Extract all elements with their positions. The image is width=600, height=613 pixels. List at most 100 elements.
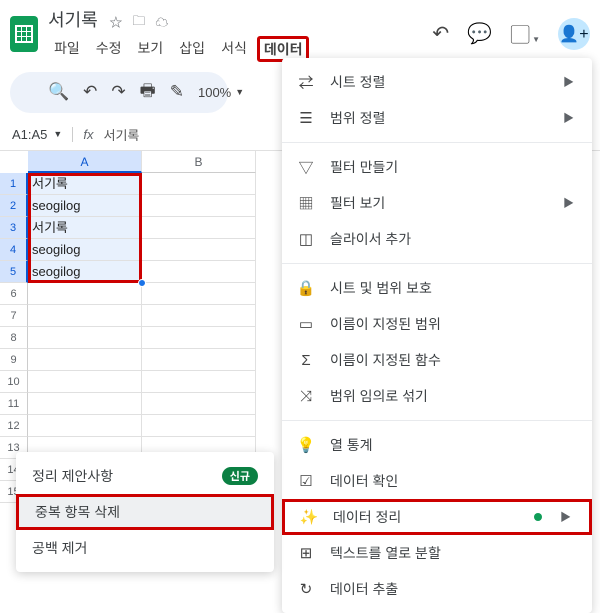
submenu-arrow-icon: ▶ [563, 110, 574, 126]
history-icon[interactable]: ↶ [432, 21, 449, 46]
row-header-10[interactable]: 10 [0, 371, 28, 393]
col-header-B[interactable]: B [142, 151, 256, 173]
print-icon[interactable]: 🖶 [140, 78, 156, 107]
meet-icon[interactable]: ▢ [510, 19, 540, 48]
new-badge: 신규 [222, 467, 258, 485]
cell-A11[interactable] [28, 393, 142, 415]
submenu-arrow-icon: ▶ [563, 74, 574, 90]
col-header-A[interactable]: A [28, 151, 142, 173]
undo-icon[interactable]: ↶ [83, 82, 97, 102]
cell-B10[interactable] [142, 371, 256, 393]
comments-icon[interactable]: 💬 [467, 21, 492, 46]
filter-views-icon: ▦ [296, 193, 316, 214]
menu-item-label: 필터 보기 [330, 193, 385, 213]
cell-B9[interactable] [142, 349, 256, 371]
named-fn-icon: Σ [296, 352, 316, 369]
data-menu-item-validation[interactable]: ☑ 데이터 확인 [282, 463, 592, 499]
cell-A2[interactable]: seogilog [28, 195, 142, 217]
menu-file[interactable]: 파일 [48, 36, 86, 62]
cell-B12[interactable] [142, 415, 256, 437]
row-header-4[interactable]: 4 [0, 239, 28, 261]
cell-A1[interactable]: 서기록 [28, 173, 142, 195]
row-header-6[interactable]: 6 [0, 283, 28, 305]
cell-B11[interactable] [142, 393, 256, 415]
menu-insert[interactable]: 삽입 [173, 36, 211, 62]
menu-format[interactable]: 서식 [215, 36, 253, 62]
cell-B3[interactable] [142, 217, 256, 239]
validation-icon: ☑ [296, 472, 316, 490]
cell-A5[interactable]: seogilog [28, 261, 142, 283]
cell-B2[interactable] [142, 195, 256, 217]
cell-A9[interactable] [28, 349, 142, 371]
data-menu-item-randomize[interactable]: ⤨범위 임의로 섞기 [282, 378, 592, 414]
data-menu-item-filter[interactable]: ▽필터 만들기 [282, 149, 592, 185]
named-range-icon: ▭ [296, 315, 316, 333]
menu-item-label: 데이터 확인 [330, 471, 398, 491]
data-menu-item-cleanup[interactable]: ✨데이터 정리▶ [282, 499, 592, 535]
zoom-select[interactable]: 100% ▼ [198, 85, 244, 100]
cell-B6[interactable] [142, 283, 256, 305]
star-icon[interactable]: ☆ [109, 12, 122, 34]
row-header-9[interactable]: 9 [0, 349, 28, 371]
data-menu-item-slicer[interactable]: ◫ 슬라이서 추가 [282, 221, 592, 257]
data-menu-item-filter-views[interactable]: ▦필터 보기▶ [282, 185, 592, 221]
doc-title[interactable]: 서기록 [48, 6, 98, 32]
cloud-icon[interactable]: ☁ [155, 12, 168, 34]
cell-A12[interactable] [28, 415, 142, 437]
cell-B7[interactable] [142, 305, 256, 327]
data-menu-item-sort-range[interactable]: ☰범위 정렬▶ [282, 100, 592, 136]
cell-A7[interactable] [28, 305, 142, 327]
cell-A10[interactable] [28, 371, 142, 393]
cell-B5[interactable] [142, 261, 256, 283]
search-icon[interactable]: 🔍 [48, 82, 69, 102]
menu-edit[interactable]: 수정 [90, 36, 128, 62]
name-box[interactable]: A1:A5 ▼ [12, 127, 62, 142]
randomize-icon: ⤨ [296, 388, 316, 405]
cell-B8[interactable] [142, 327, 256, 349]
cleanup-item-label: 중복 항목 삭제 [35, 502, 120, 522]
cleanup-item[interactable]: 정리 제안사항신규 [16, 458, 274, 494]
data-menu-dropdown: ⇄시트 정렬▶☰범위 정렬▶▽필터 만들기▦필터 보기▶◫슬라이서 추가🔒시트 … [282, 58, 592, 613]
menu-item-label: 시트 정렬 [330, 72, 385, 92]
cleanup-item[interactable]: 공백 제거 [16, 530, 274, 566]
cleanup-item-label: 공백 제거 [32, 538, 87, 558]
new-indicator-dot [534, 513, 542, 521]
paint-format-icon[interactable]: ✎ [170, 82, 184, 102]
cell-A8[interactable] [28, 327, 142, 349]
row-header-8[interactable]: 8 [0, 327, 28, 349]
cell-A4[interactable]: seogilog [28, 239, 142, 261]
formula-bar[interactable]: 서기록 [103, 125, 139, 144]
menu-item-label: 시트 및 범위 보호 [330, 278, 432, 298]
split-text-icon: ⊞ [296, 544, 316, 562]
data-menu-item-protect[interactable]: 🔒시트 및 범위 보호 [282, 270, 592, 306]
data-menu-item-sort-sheet[interactable]: ⇄시트 정렬▶ [282, 64, 592, 100]
data-menu-item-split-text[interactable]: ⊞텍스트를 열로 분할 [282, 535, 592, 571]
slicer-icon: ◫ [296, 230, 316, 248]
row-header-2[interactable]: 2 [0, 195, 28, 217]
sheets-logo[interactable] [10, 16, 38, 52]
cleanup-item[interactable]: 중복 항목 삭제 [16, 494, 274, 530]
row-header-7[interactable]: 7 [0, 305, 28, 327]
cleanup-submenu: 정리 제안사항신규중복 항목 삭제공백 제거 [16, 452, 274, 572]
menu-item-label: 슬라이서 추가 [330, 229, 411, 249]
menu-item-label: 열 통계 [330, 435, 373, 455]
menu-view[interactable]: 보기 [132, 36, 170, 62]
row-header-11[interactable]: 11 [0, 393, 28, 415]
cell-A3[interactable]: 서기록 [28, 217, 142, 239]
data-menu-item-named-range[interactable]: ▭이름이 지정된 범위 [282, 306, 592, 342]
share-button[interactable]: 👤+ [558, 18, 590, 50]
row-header-5[interactable]: 5 [0, 261, 28, 283]
data-menu-item-column-stats[interactable]: 💡열 통계 [282, 427, 592, 463]
selection-handle[interactable] [138, 279, 146, 287]
row-header-3[interactable]: 3 [0, 217, 28, 239]
menu-item-label: 필터 만들기 [330, 157, 398, 177]
cell-B4[interactable] [142, 239, 256, 261]
cell-A6[interactable] [28, 283, 142, 305]
data-menu-item-named-fn[interactable]: Σ이름이 지정된 함수 [282, 342, 592, 378]
move-icon[interactable]: 🗀 [132, 12, 145, 34]
row-header-1[interactable]: 1 [0, 173, 28, 195]
redo-icon[interactable]: ↷ [111, 82, 125, 102]
cell-B1[interactable] [142, 173, 256, 195]
row-header-12[interactable]: 12 [0, 415, 28, 437]
data-menu-item-extract[interactable]: ↻데이터 추출 [282, 571, 592, 607]
